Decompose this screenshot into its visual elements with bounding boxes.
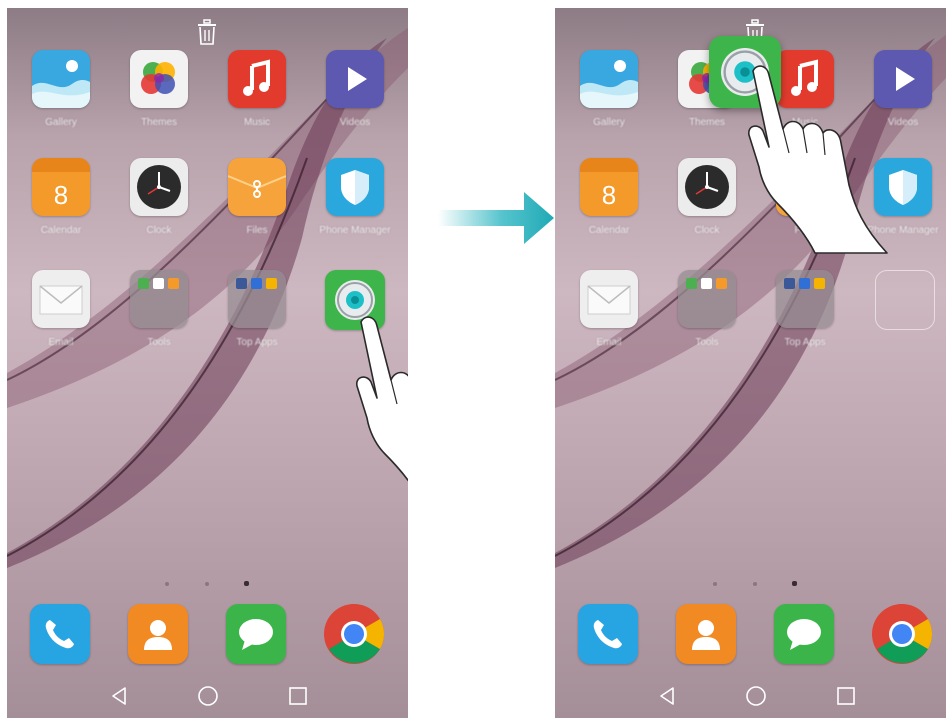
page-indicator [555,580,946,590]
clock-icon [130,158,188,216]
app-email[interactable]: Email [569,270,649,348]
chrome-icon [872,604,933,664]
folder-top-apps[interactable]: Top Apps [765,270,845,348]
app-label: Calendar [40,225,82,236]
folder-icon [678,270,736,328]
app-label: Videos [339,117,371,128]
app-label: Email [596,337,622,348]
folder-icon [228,270,286,328]
phone-icon [30,604,90,664]
themes-icon [130,50,188,108]
folder-tools[interactable]: Tools [119,270,199,348]
app-label: Themes [140,117,178,128]
messages-icon [774,604,834,664]
contacts-icon [128,604,188,664]
page-indicator [7,580,408,590]
page-dot [205,582,209,586]
app-label: Music [243,117,271,128]
play-icon [326,50,384,108]
app-label: Calendar [588,225,630,236]
dock-phone[interactable] [568,604,648,664]
app-label: Gallery [593,117,625,128]
dock-contacts[interactable] [666,604,746,664]
app-clock[interactable]: Clock [667,158,747,236]
app-phone-manager[interactable]: Phone Manager [315,158,395,236]
calendar-icon: 8 [580,158,638,216]
envelope-icon [32,270,90,328]
clock-icon [678,158,736,216]
folder-tools[interactable]: Tools [667,270,747,348]
music-note-icon [228,50,286,108]
arrow-right-icon [438,192,554,244]
shield-icon [326,158,384,216]
calendar-day-number: 8 [602,180,616,210]
empty-slot-placeholder [875,270,935,330]
calendar-icon: 8 [32,158,90,216]
dock-chrome[interactable] [314,602,394,671]
back-icon[interactable] [107,684,131,708]
page-dot [713,582,717,586]
folder-top-apps[interactable]: Top Apps [217,270,297,348]
back-icon[interactable] [655,684,679,708]
app-themes[interactable]: Themes [119,50,199,128]
page-dot [753,582,757,586]
app-label: Email [48,337,74,348]
app-music[interactable]: Music [217,50,297,128]
navigation-bar [7,684,408,714]
app-gallery[interactable]: Gallery [21,50,101,128]
app-clock[interactable]: Clock [119,158,199,236]
dock-contacts[interactable] [118,604,198,664]
gallery-icon [32,50,90,108]
dock-messages[interactable] [216,604,296,664]
app-videos[interactable]: Videos [315,50,395,128]
app-label: Clock [146,225,172,236]
folder-icon [130,270,188,328]
pointing-hand-icon [748,65,888,254]
recents-icon[interactable] [834,684,858,708]
app-calendar[interactable]: 8 Calendar [569,158,649,236]
navigation-bar [555,684,946,714]
app-label: Tools [147,337,171,348]
pointing-hand-icon [356,316,408,482]
recents-icon[interactable] [286,684,310,708]
folder-icon [228,158,286,216]
gallery-icon [580,50,638,108]
dock-phone[interactable] [20,604,100,664]
home-screen-dragging: Gallery Themes Music Videos 8 Calendar C… [555,8,946,718]
contacts-icon [676,604,736,664]
app-label: Gallery [45,117,77,128]
app-gallery[interactable]: Gallery [569,50,649,128]
home-screen-before: Gallery Themes Music Videos 8 Calendar C… [7,8,408,718]
app-label: Files [246,225,268,236]
app-label: Phone Manager [319,225,391,236]
app-label: Top Apps [784,337,826,348]
app-label: Top Apps [236,337,278,348]
folder-icon [776,270,834,328]
calendar-day-number: 8 [54,180,68,210]
app-files[interactable]: Files [217,158,297,236]
app-email[interactable]: Email [21,270,101,348]
home-icon[interactable] [196,684,220,708]
trash-icon[interactable] [195,18,219,46]
page-dot-active [244,581,249,586]
dock-chrome[interactable] [862,602,942,671]
home-icon[interactable] [744,684,768,708]
page-dot [165,582,169,586]
app-calendar[interactable]: 8 Calendar [21,158,101,236]
chrome-icon [324,604,385,664]
app-label: Clock [694,225,720,236]
messages-icon [226,604,286,664]
phone-icon [578,604,638,664]
app-label: Themes [688,117,726,128]
app-label: Tools [695,337,719,348]
envelope-icon [580,270,638,328]
page-dot-active [792,581,797,586]
dock-messages[interactable] [764,604,844,664]
